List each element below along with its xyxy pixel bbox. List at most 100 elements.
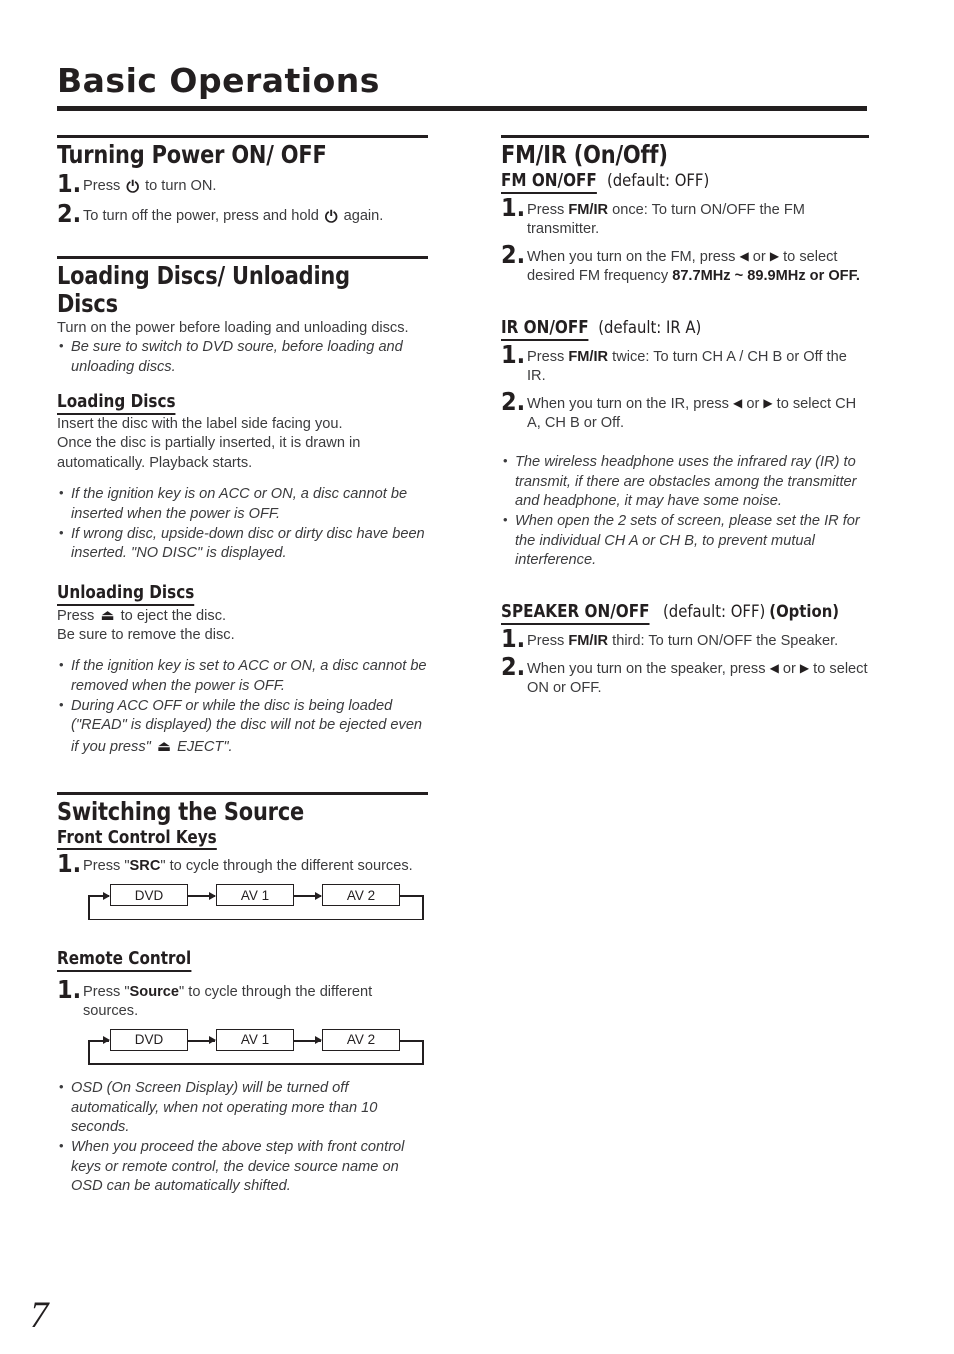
- note-part-b: EJECT".: [173, 739, 233, 756]
- subsection-heading-remote-control: Remote Control: [57, 948, 192, 972]
- step-text: Press FM/IR third: To turn ON/OFF the Sp…: [527, 632, 839, 649]
- loading-line-2: Once the disc is partially inserted, it …: [57, 435, 361, 452]
- source-key-label: Source: [129, 983, 180, 1000]
- section-heading-switching-source: Switching the Source: [57, 796, 305, 826]
- subsection-heading-loading-discs: Loading Discs: [57, 391, 176, 415]
- power-steps: 1. Press ⏻ to turn ON. 2. To turn off th…: [57, 170, 429, 228]
- manual-page: Basic Operations Turning Power ON/ OFF 1…: [0, 0, 954, 1354]
- subsection-heading-speaker-on-off: SPEAKER ON/OFF: [501, 601, 650, 625]
- masthead: Basic Operations: [57, 62, 867, 111]
- step-text: Press ⏻ to turn ON.: [83, 177, 217, 196]
- right-triangle-icon: ▶: [769, 248, 780, 263]
- subsection-loading-discs-header: Loading Discs: [57, 391, 429, 415]
- flow-loop-bottom-segment: [88, 918, 424, 921]
- subsection-heading-fm-on-off: FM ON/OFF: [501, 170, 597, 194]
- left-triangle-icon: ◀: [769, 660, 779, 675]
- subsection-heading-ir-on-off: IR ON/OFF: [501, 317, 589, 342]
- note-item: During ACC OFF or while the disc is bein…: [57, 696, 429, 758]
- step-item: 1. Press "Source" to cycle through the d…: [57, 976, 429, 1021]
- section-rule: [501, 135, 869, 138]
- flow-loop-right-segment: [422, 1039, 424, 1065]
- step-item: 1. Press ⏻ to turn ON.: [57, 170, 429, 198]
- step-item: 2. When you turn on the speaker, press ◀…: [501, 653, 869, 698]
- ir-default-note: (default: IR A): [598, 318, 702, 338]
- remote-steps: 1. Press "Source" to cycle through the d…: [57, 976, 429, 1021]
- right-column: FM/IR (On/Off) FM ON/OFF (default: OFF) 1…: [501, 135, 869, 700]
- step-number: 1.: [501, 623, 526, 653]
- unloading-press-post: to eject the disc.: [116, 607, 227, 624]
- subsection-ir-on-off-header: IR ON/OFF (default: IR A): [501, 317, 869, 342]
- unloading-discs-body: Press ⏏ to eject the disc. Be sure to re…: [57, 606, 429, 646]
- flow-arrow-1: [188, 1037, 216, 1044]
- note-item: The wireless headphone uses the infrared…: [501, 452, 869, 512]
- src-key-label: SRC: [129, 858, 161, 875]
- right-triangle-icon: ▶: [763, 396, 773, 410]
- unloading-line-2: Be sure to remove the disc.: [57, 626, 235, 643]
- subsection-front-control-keys-header: Front Control Keys: [57, 827, 429, 851]
- step-text: When you turn on the IR, press ◀ or ▶ to…: [527, 396, 857, 431]
- flow-loop-right-segment: [422, 895, 424, 921]
- unloading-discs-notes: If the ignition key is set to ACC or ON,…: [57, 656, 429, 758]
- step-number: 1.: [57, 974, 82, 1004]
- step-item: 1. Press FM/IR third: To turn ON/OFF the…: [501, 625, 869, 651]
- speaker-default-note: (default: OFF): [662, 602, 766, 622]
- fm-frequency-range: 87.7MHz ~ 89.9MHz or OFF.: [672, 267, 860, 284]
- fm-ir-key-label: FM/IR: [568, 349, 609, 366]
- note-item: If the ignition key is on ACC or ON, a d…: [57, 484, 429, 524]
- step-item: 1. Press FM/IR twice: To turn CH A / CH …: [501, 341, 869, 386]
- flow-loop-entry-arrow: [88, 892, 110, 899]
- fm-ir-key-label: FM/IR: [568, 201, 609, 218]
- note-item: Be sure to switch to DVD soure, before l…: [57, 337, 429, 377]
- front-keys-steps: 1. Press "SRC" to cycle through the diff…: [57, 850, 429, 876]
- discs-intro-notes: Be sure to switch to DVD soure, before l…: [57, 337, 429, 377]
- page-title: Basic Operations: [57, 61, 380, 100]
- step-text: Press FM/IR twice: To turn CH A / CH B o…: [527, 349, 847, 385]
- speaker-option-note: (Option): [769, 602, 840, 622]
- section-loading-unloading-discs: Loading Discs/ Unloading Discs Turn on t…: [57, 255, 429, 758]
- subsection-fm-on-off-header: FM ON/OFF (default: OFF): [501, 170, 869, 194]
- right-triangle-icon: ▶: [799, 660, 810, 675]
- note-item: When you proceed the above step with fro…: [57, 1137, 429, 1197]
- step-number: 2.: [501, 387, 526, 416]
- section-heading-fm-ir: FM/IR (On/Off): [501, 140, 668, 169]
- step-text: When you turn on the speaker, press ◀ or…: [527, 660, 868, 696]
- note-item: When open the 2 sets of screen, please s…: [501, 511, 869, 571]
- section-heading-turning-power: Turning Power ON/ OFF: [57, 140, 327, 169]
- masthead-rule: [57, 105, 867, 111]
- step-item: 2. When you turn on the IR, press ◀ or ▶…: [501, 388, 869, 433]
- fm-steps: 1. Press FM/IR once: To turn ON/OFF the …: [501, 194, 869, 286]
- flow-loop-left-segment: [88, 1039, 90, 1065]
- section-rule: [57, 255, 428, 259]
- unloading-press-pre: Press: [57, 607, 99, 624]
- step-number: 2.: [501, 239, 526, 269]
- flow-box-dvd: DVD: [110, 884, 188, 907]
- power-icon: ⏻: [324, 206, 338, 226]
- subsection-heading-front-control-keys: Front Control Keys: [57, 827, 217, 851]
- flow-loop-exit-segment: [400, 1039, 424, 1042]
- flow-arrow-1: [188, 892, 216, 899]
- step-text: Press FM/IR once: To turn ON/OFF the FM …: [527, 201, 805, 237]
- flow-box-av1: AV 1: [216, 884, 294, 907]
- power-icon: ⏻: [126, 177, 140, 196]
- step-item: 1. Press FM/IR once: To turn ON/OFF the …: [501, 194, 869, 239]
- flow-loop-left-segment: [88, 895, 90, 921]
- section-turning-power: Turning Power ON/ OFF 1. Press ⏻ to turn…: [57, 135, 429, 228]
- step-number: 1.: [57, 169, 82, 198]
- step-item: 2. To turn off the power, press and hold…: [57, 200, 429, 228]
- flow-box-av2: AV 2: [322, 884, 400, 907]
- flow-box-av2: AV 2: [322, 1028, 400, 1051]
- section-rule: [57, 135, 428, 138]
- fm-ir-key-label: FM/IR: [568, 632, 609, 649]
- subsection-unloading-discs-header: Unloading Discs: [57, 582, 429, 606]
- source-flow-diagram-front: DVD AV 1 AV 2: [82, 884, 424, 926]
- eject-icon: ⏏: [100, 605, 115, 624]
- section-heading-discs: Loading Discs/ Unloading Discs: [57, 260, 350, 318]
- step-text: Press "SRC" to cycle through the differe…: [83, 858, 413, 875]
- subsection-remote-control-header: Remote Control: [57, 948, 429, 972]
- note-item: OSD (On Screen Display) will be turned o…: [57, 1078, 429, 1138]
- step-item: 1. Press "SRC" to cycle through the diff…: [57, 850, 429, 876]
- step-text: Press "Source" to cycle through the diff…: [83, 983, 373, 1019]
- note-part-a: During ACC OFF or while the disc is bein…: [71, 697, 423, 756]
- note-item: If wrong disc, upside-down disc or dirty…: [57, 524, 429, 564]
- left-triangle-icon: ◀: [739, 248, 749, 263]
